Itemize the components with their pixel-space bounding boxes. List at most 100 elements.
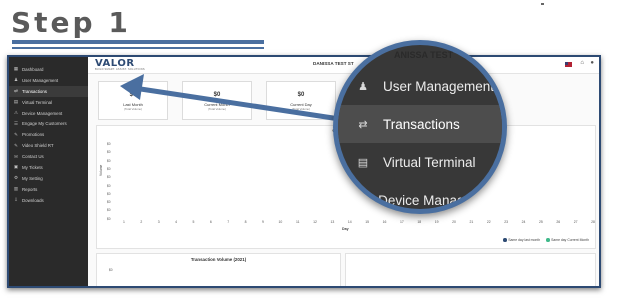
magnifier-callout: ANISSA TEST ♟ User Management ⇄ Transaction… <box>333 40 507 214</box>
transaction-volume-card: Transaction Volume (2021) $0 <box>96 253 341 286</box>
x-tick-label: 5 <box>192 220 195 224</box>
sidebar-item[interactable]: ✎ Video Shield RT <box>9 140 88 151</box>
x-tick-label: 18 <box>417 220 422 224</box>
y-tick-label: $0 <box>107 142 111 146</box>
sidebar-item[interactable]: ▣ My Tickets <box>9 162 88 173</box>
x-tick-label: 13 <box>330 220 335 224</box>
title-underline <box>12 40 264 44</box>
sidebar-item[interactable]: ⇩ Downloads <box>9 195 88 206</box>
x-tick-label: 10 <box>278 220 283 224</box>
sidebar-item[interactable]: ♟ User Management <box>9 75 88 86</box>
terminal-icon: ▤ <box>357 156 369 169</box>
title-underline-thin <box>12 47 264 49</box>
magnifier-header-text: ANISSA TEST <box>394 50 454 60</box>
x-tick-label: 11 <box>295 220 300 224</box>
legend-swatch <box>546 238 550 242</box>
decorative-dot <box>541 3 544 5</box>
sidebar-item-label: Reports <box>22 186 38 192</box>
reports-icon: ▥ <box>13 186 19 192</box>
x-tick-label: 23 <box>504 220 509 224</box>
sidebar-item-label: User Management <box>22 77 59 83</box>
legend-item[interactable]: Same day Current Month <box>546 238 589 242</box>
sidebar-item[interactable]: ⚠ Device Management <box>9 108 88 119</box>
x-tick-label: 24 <box>521 220 526 224</box>
x-tick-label: 20 <box>452 220 456 224</box>
legend-swatch <box>503 238 507 242</box>
x-axis-label: Day <box>342 227 349 231</box>
y-tick-label: $0 <box>107 191 111 196</box>
y-axis-label: Volume <box>99 164 103 176</box>
x-tick-label: 16 <box>382 220 387 224</box>
magnifier-menu-label: Device Management <box>378 192 502 208</box>
sidebar-item[interactable]: ▥ Reports <box>9 184 88 195</box>
sidebar-item-label: My Setting <box>22 175 43 181</box>
x-tick-label: 17 <box>400 220 404 224</box>
device-icon: ⚠ <box>13 110 19 115</box>
contact-icon: ✉ <box>14 153 18 159</box>
y-tick-label: $0 <box>107 183 111 188</box>
sidebar-item[interactable]: ☰ Engage My Customers <box>9 118 88 129</box>
tickets-icon: ▣ <box>13 164 19 170</box>
y-tick-label: $0 <box>107 175 111 180</box>
y-tick-label: $0 <box>107 158 111 163</box>
magnifier-menu-item[interactable]: ⇄ Transactions <box>338 105 502 143</box>
transaction-volume-title: Transaction Volume (2021) <box>190 257 247 262</box>
y-tick-label: $0 <box>107 200 111 205</box>
device-icon: ⚠ <box>355 194 366 207</box>
sidebar-item-label: Transactions <box>22 88 47 94</box>
magnifier-menu-item[interactable]: ▤ Virtual Terminal <box>338 143 502 181</box>
transfer-icon: ⇄ <box>14 88 18 94</box>
magnifier-menu-label: Virtual Terminal <box>383 154 476 170</box>
sidebar-item[interactable]: ▦ Dashboard <box>9 64 88 75</box>
x-tick-label: 7 <box>227 220 230 224</box>
sidebar-item-label: My Tickets <box>22 164 43 170</box>
user-icon[interactable]: ● <box>590 60 594 66</box>
settings-icon: ⚙ <box>13 175 19 181</box>
x-tick-label: 3 <box>157 220 160 224</box>
users-icon: ♟ <box>358 80 368 93</box>
x-tick-label: 27 <box>573 220 578 224</box>
x-tick-label: 15 <box>365 220 370 224</box>
sidebar-item-label: Device Management <box>22 110 63 116</box>
stat-amount: $0 <box>297 92 305 98</box>
x-tick-label: 12 <box>313 220 317 224</box>
y-tick-label: $0 <box>107 216 111 221</box>
x-tick-label: 1 <box>123 220 125 224</box>
terminal-icon: ▤ <box>13 99 19 105</box>
sidebar-item[interactable]: ⚙ My Setting <box>9 173 88 184</box>
chart-legend: Same day last month Same day Current Mon… <box>503 238 589 242</box>
stat-amount: $0 <box>129 92 137 98</box>
x-tick-label: 26 <box>556 220 561 224</box>
x-tick-label: 25 <box>538 220 543 224</box>
sidebar-item[interactable]: ⇄ Transactions <box>9 85 88 97</box>
sidebar-item-label: Downloads <box>22 197 44 203</box>
x-tick-label: 14 <box>347 220 352 224</box>
download-icon: ⇩ <box>14 197 18 203</box>
y-tick-label: $0 <box>107 150 111 155</box>
us-flag-icon[interactable] <box>565 62 572 67</box>
sidebar-item-label: Virtual Terminal <box>22 99 53 105</box>
sidebar-item[interactable]: ✉ Contact Us <box>9 151 88 162</box>
x-tick-label: 9 <box>262 220 264 224</box>
magnifier-menu-label: Transactions <box>383 116 460 132</box>
bell-icon[interactable]: ⌂ <box>580 60 584 66</box>
merchant-name: DANISSA TEST ST <box>313 61 354 66</box>
video-icon: ✎ <box>14 142 18 148</box>
sidebar-item[interactable]: ▤ Virtual Terminal <box>9 97 88 108</box>
legend-label: Same day Current Month <box>551 238 589 242</box>
sidebar-item[interactable]: ✎ Promotions <box>9 129 88 140</box>
legend-item[interactable]: Same day last month <box>503 238 540 242</box>
stat-card-last-month: $0 Last Month (Total Volume) <box>98 81 168 120</box>
x-tick-label: 4 <box>175 220 178 224</box>
sidebar-item-label: Video Shield RT <box>22 143 54 149</box>
magnifier-menu-item[interactable]: ♟ User Management <box>338 67 502 105</box>
magnifier-menu-label: User Management <box>383 78 495 94</box>
y-tick-label: $0 <box>107 166 111 171</box>
promotions-icon: ✎ <box>14 131 18 137</box>
x-tick-label: 8 <box>244 220 247 224</box>
x-tick-label: 28 <box>591 220 595 224</box>
stat-card-current-month: $0 Current Month (Total Volume) <box>182 81 252 120</box>
legend-label: Same day last month <box>508 238 541 242</box>
x-tick-label: 22 <box>486 220 491 224</box>
stat-sublabel: (Total Volume) <box>208 107 226 111</box>
